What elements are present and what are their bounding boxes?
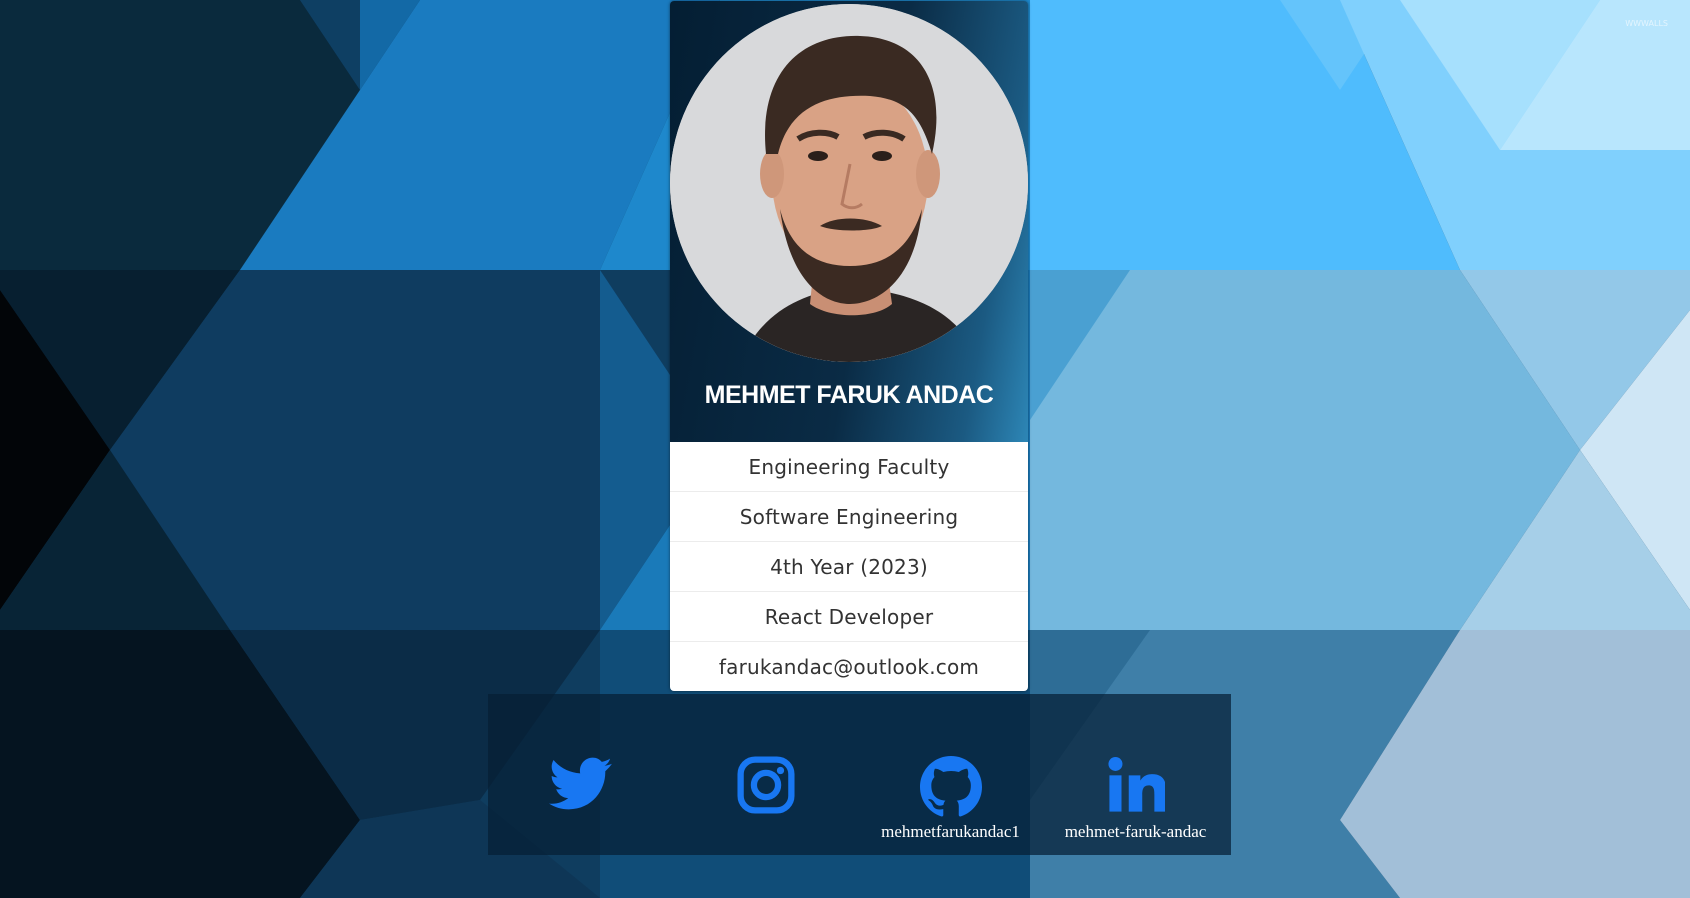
info-year: 4th Year (2023) xyxy=(670,542,1028,592)
profile-info-list: Engineering Faculty Software Engineering… xyxy=(670,442,1028,691)
github-handle: mehmetfarukandac1 xyxy=(881,822,1020,841)
github-icon xyxy=(858,756,1043,818)
instagram-icon xyxy=(673,756,858,814)
github-link[interactable]: mehmetfarukandac1 xyxy=(858,694,1043,855)
social-links-bar: mehmetfarukandac1 mehmet-faruk-andac xyxy=(488,694,1231,855)
profile-card-header: MEHMET FARUK ANDAC xyxy=(670,1,1028,442)
info-role: React Developer xyxy=(670,592,1028,642)
profile-name: MEHMET FARUK ANDAC xyxy=(704,381,994,409)
linkedin-link[interactable]: mehmet-faruk-andac xyxy=(1043,694,1228,855)
profile-photo xyxy=(670,4,1028,362)
instagram-link[interactable] xyxy=(673,694,858,855)
watermark-text: WWWALLS xyxy=(1625,19,1668,28)
avatar-portrait xyxy=(670,4,1028,362)
twitter-link[interactable] xyxy=(488,694,673,855)
twitter-icon xyxy=(488,756,673,812)
profile-card: MEHMET FARUK ANDAC Engineering Faculty S… xyxy=(670,1,1028,691)
linkedin-handle: mehmet-faruk-andac xyxy=(1064,822,1207,841)
linkedin-icon xyxy=(1043,756,1228,814)
info-email: farukandac@outlook.com xyxy=(718,655,980,679)
info-faculty: Engineering Faculty xyxy=(670,442,1028,492)
info-department: Software Engineering xyxy=(670,492,1028,542)
